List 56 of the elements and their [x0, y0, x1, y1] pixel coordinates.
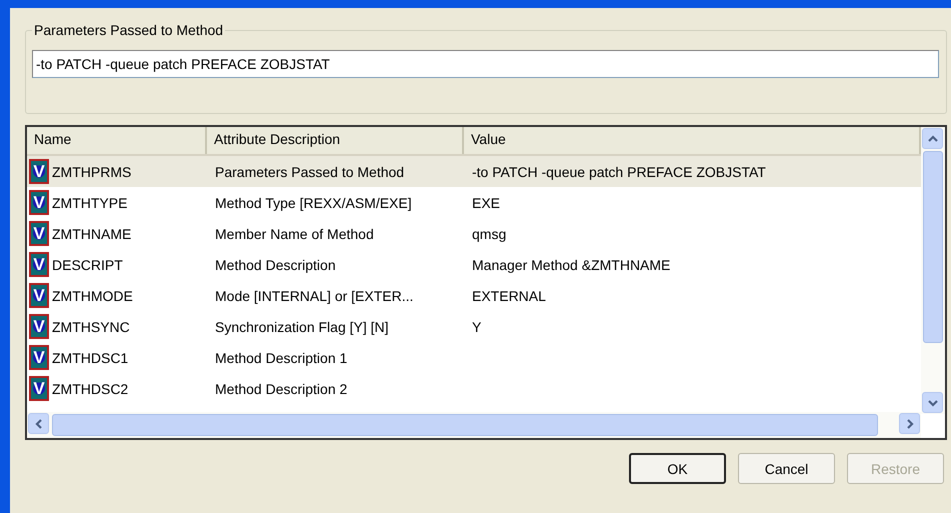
table-cell: Method Type [REXX/ASM/EXE]: [215, 194, 412, 210]
scroll-down-button[interactable]: [922, 392, 943, 413]
table-cell: ZMTHPRMS: [52, 164, 132, 180]
variable-icon: V: [29, 283, 49, 308]
variable-icon: V: [29, 345, 49, 370]
table-cell: ZMTHDSC1: [52, 350, 128, 366]
table-cell: Method Description 1: [215, 350, 348, 366]
table-cell: qmsg: [472, 226, 506, 242]
scroll-right-button[interactable]: [899, 413, 920, 434]
table-row[interactable]: V ZMTHMODE Mode [INTERNAL] or [EXTER... EXTERNAL: [27, 280, 921, 311]
vertical-scrollbar[interactable]: [921, 127, 945, 414]
column-header[interactable]: Name: [27, 127, 207, 154]
chevron-right-icon: [904, 418, 914, 430]
parameters-field[interactable]: -to PATCH -queue patch PREFACE ZOBJSTAT: [32, 50, 939, 78]
table-cell: ZMTHSYNC: [52, 318, 130, 334]
table-cell: Manager Method &ZMTHNAME: [472, 256, 670, 272]
table-row[interactable]: V ZMTHDSC2 Method Description 2: [27, 373, 921, 404]
table-row[interactable]: V ZMTHSYNC Synchronization Flag [Y] [N] Y: [27, 311, 921, 342]
dialog-button[interactable]: OK: [629, 453, 726, 484]
variable-icon: V: [29, 159, 49, 184]
group-title: Parameters Passed to Method: [33, 22, 224, 38]
table-cell: Method Description: [215, 256, 336, 272]
table-cell: EXTERNAL: [472, 288, 546, 304]
chevron-up-icon: [926, 134, 938, 144]
table-row[interactable]: V ZMTHTYPE Method Type [REXX/ASM/EXE] EXE: [27, 187, 921, 218]
table-cell: DESCRIPT: [52, 256, 123, 272]
table-row[interactable]: V DESCRIPT Method Description Manager Method &ZMTHNAME: [27, 249, 921, 280]
table-cell: -to PATCH -queue patch PREFACE ZOBJSTAT: [472, 164, 766, 180]
dialog-button[interactable]: Cancel: [738, 453, 835, 484]
variable-icon: V: [29, 252, 49, 277]
table-cell: Parameters Passed to Method: [215, 164, 404, 180]
table-row[interactable]: V ZMTHDSC1 Method Description 1: [27, 342, 921, 373]
variable-icon: V: [29, 376, 49, 401]
scroll-left-button[interactable]: [28, 413, 49, 434]
scrollbar-thumb[interactable]: [52, 414, 878, 436]
table-cell: ZMTHMODE: [52, 288, 133, 304]
table-row[interactable]: V ZMTHPRMS Parameters Passed to Method -to PATCH -queue patch PREFACE ZOBJSTAT: [27, 156, 921, 187]
table-cell: ZMTHNAME: [52, 226, 132, 242]
table-cell: ZMTHDSC2: [52, 380, 128, 396]
table-cell: EXE: [472, 194, 500, 210]
table-cell: ZMTHTYPE: [52, 194, 128, 210]
table-cell: Method Description 2: [215, 380, 348, 396]
table-row[interactable]: V ZMTHNAME Member Name of Method qmsg: [27, 218, 921, 249]
chevron-left-icon: [34, 418, 44, 430]
scroll-up-button[interactable]: [922, 128, 943, 149]
table-cell: Y: [472, 318, 482, 334]
chevron-down-icon: [926, 398, 938, 408]
variable-icon: V: [29, 221, 49, 246]
column-header[interactable]: Attribute Description: [207, 127, 464, 154]
table-cell: Synchronization Flag [Y] [N]: [215, 318, 389, 334]
horizontal-scrollbar[interactable]: [27, 412, 921, 438]
table-cell: Member Name of Method: [215, 226, 374, 242]
table-cell: Mode [INTERNAL] or [EXTER...: [215, 288, 414, 304]
variable-icon: V: [29, 314, 49, 339]
variable-icon: V: [29, 190, 49, 215]
scrollbar-thumb[interactable]: [923, 151, 943, 343]
